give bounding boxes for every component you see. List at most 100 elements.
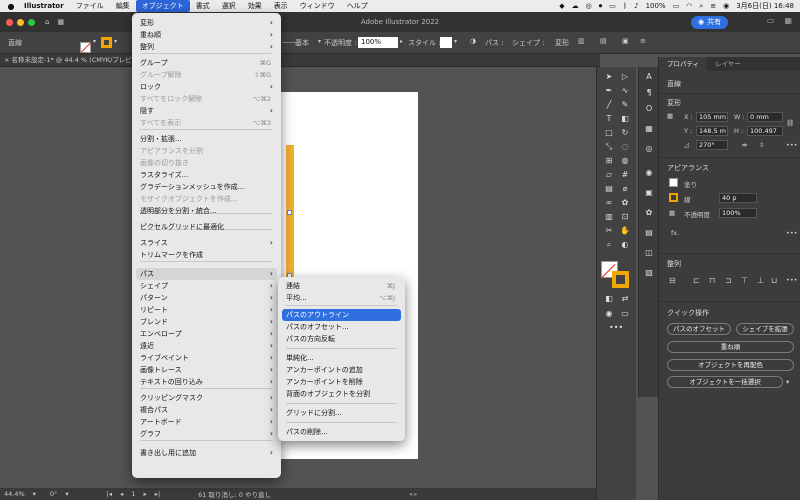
zoom-tool-icon[interactable]: ⌕: [602, 239, 616, 251]
shape-label[interactable]: シェイプ :: [512, 38, 545, 48]
object-menu-item-13[interactable]: グラデーションメッシュを作成...: [136, 181, 277, 193]
path-menu-item-3[interactable]: パスのオフセット...: [282, 321, 401, 333]
zoom-dropdown-icon[interactable]: ▾: [33, 490, 36, 498]
panel-menu-icon[interactable]: ≡: [640, 37, 646, 45]
panel-stroke-swatch[interactable]: [669, 193, 678, 202]
free-transform-tool-icon[interactable]: ⊞: [602, 155, 616, 167]
page-number[interactable]: 1: [131, 490, 135, 498]
home-icon[interactable]: ⌂: [45, 18, 49, 26]
search-icon[interactable]: ⌕: [699, 2, 703, 11]
menu-window[interactable]: ウィンドウ: [294, 0, 341, 12]
default-colors-icon[interactable]: ◧: [602, 293, 616, 305]
object-menu-item-30[interactable]: 複合パス ›: [136, 404, 277, 416]
style-swatch[interactable]: [440, 37, 452, 48]
object-menu-item-19[interactable]: パス ›: [136, 268, 277, 280]
menu-type[interactable]: 書式: [190, 0, 216, 12]
constrain-icon[interactable]: ⛓: [786, 119, 794, 127]
grid-icon[interactable]: ▦: [784, 16, 792, 25]
perspective-tool-icon[interactable]: ▱: [602, 169, 616, 181]
object-menu-item-31[interactable]: アートボード ›: [136, 416, 277, 428]
path-menu-item-4[interactable]: パスの方向反転: [282, 333, 401, 345]
cloud-icon[interactable]: ☁: [572, 2, 579, 10]
path-menu-item-9[interactable]: グリッドに分割...: [282, 407, 401, 419]
menu-effect[interactable]: 効果: [242, 0, 268, 12]
menu-view[interactable]: 表示: [268, 0, 294, 12]
object-menu-item-32[interactable]: グラフ ›: [136, 428, 277, 440]
layers-panel-icon[interactable]: ▧: [642, 267, 656, 279]
last-page-icon[interactable]: ▸|: [155, 490, 160, 498]
stroke-dropdown-icon[interactable]: ▾: [114, 38, 117, 45]
swatch-panel-icon[interactable]: ▣: [642, 187, 656, 199]
siri-icon[interactable]: ◉: [723, 2, 729, 10]
shaper-tool-icon[interactable]: ◐: [618, 239, 632, 251]
artboard-tool-icon[interactable]: ⊡: [618, 211, 632, 223]
more-options-icon[interactable]: •••: [786, 141, 798, 149]
dropbox-icon[interactable]: ◆: [559, 2, 564, 10]
stroke-style-dropdown-icon[interactable]: ▾: [318, 38, 321, 45]
path-menu-item-5[interactable]: 単純化...: [282, 352, 401, 364]
align-hcenter-icon[interactable]: ⊓: [709, 276, 715, 285]
character-panel-icon[interactable]: A: [642, 71, 656, 83]
path-menu-item-6[interactable]: アンカーポイントの追加: [282, 364, 401, 376]
style-dropdown-icon[interactable]: ▾: [454, 38, 457, 45]
display-icon[interactable]: ▭: [609, 2, 616, 10]
object-menu-item-25[interactable]: 遠近 ›: [136, 340, 277, 352]
align-vcenter-icon[interactable]: ⊥: [757, 276, 764, 285]
path-menu-item-7[interactable]: アンカーポイントを削除: [282, 376, 401, 388]
h-field[interactable]: 100.497: [747, 126, 783, 136]
tab-layers[interactable]: レイヤー: [707, 57, 749, 71]
path-menu-item-10[interactable]: パスの削除...: [282, 426, 401, 438]
scale-tool-icon[interactable]: ⤡: [602, 141, 616, 153]
y-field[interactable]: 148.5 m: [696, 126, 728, 136]
shape-builder-tool-icon[interactable]: ◍: [618, 155, 632, 167]
line-tool-icon[interactable]: ╱: [602, 99, 616, 111]
appearance-more-icon[interactable]: •••: [786, 229, 798, 237]
path-menu-item-8[interactable]: 背面のオブジェクトを分割: [282, 388, 401, 400]
object-menu-item-5[interactable]: ロック ›: [136, 81, 277, 93]
zoom-window-button[interactable]: [28, 18, 35, 26]
expand-shape-button[interactable]: シェイプを拡張: [736, 323, 794, 335]
object-menu-item-33[interactable]: 書き出し用に追加 ›: [136, 447, 277, 459]
status-scrollbar[interactable]: ◂ ▸: [409, 490, 418, 498]
first-page-icon[interactable]: |◂: [107, 490, 112, 498]
menu-file[interactable]: ファイル: [70, 0, 110, 12]
object-menu-item-24[interactable]: エンベロープ ›: [136, 328, 277, 340]
libraries-panel-icon[interactable]: ▦: [642, 123, 656, 135]
reference-point-icon[interactable]: ▦: [667, 112, 673, 120]
menu-edit[interactable]: 編集: [110, 0, 136, 12]
anchor-point-top[interactable]: [287, 210, 292, 215]
direct-selection-tool-icon[interactable]: ▷: [618, 71, 632, 83]
type-tool-icon[interactable]: T: [602, 113, 616, 125]
curvature-tool-icon[interactable]: ∿: [618, 85, 632, 97]
align-right-icon[interactable]: ⊐: [725, 276, 732, 285]
path-menu-item-1[interactable]: 平均... ⌥⌘J: [282, 292, 401, 304]
screen-mode-icon[interactable]: ▭: [618, 308, 632, 320]
record-icon[interactable]: ⏺: [599, 2, 603, 11]
menu-object[interactable]: オブジェクト: [135, 0, 190, 12]
transform-link[interactable]: 変形: [555, 38, 569, 48]
control-center-icon[interactable]: ≡: [710, 2, 716, 10]
symbol-tool-icon[interactable]: ✿: [618, 197, 632, 209]
bluetooth-icon[interactable]: ᛒ: [623, 2, 627, 10]
brush-panel-icon[interactable]: ✿: [642, 207, 656, 219]
isolate-icon[interactable]: ▣: [622, 37, 629, 45]
zoom-level[interactable]: 44.4%: [4, 490, 25, 498]
menu-help[interactable]: ヘルプ: [341, 0, 374, 12]
offset-path-button[interactable]: パスのオフセット: [667, 323, 731, 335]
paragraph-panel-icon[interactable]: ¶: [642, 87, 656, 99]
object-menu-item-17[interactable]: スライス ›: [136, 237, 277, 249]
prev-page-icon[interactable]: ◂: [120, 490, 123, 498]
share-button[interactable]: ◉ 共有: [691, 16, 729, 29]
path-menu-item-0[interactable]: 連結 ⌘J: [282, 280, 401, 292]
object-menu-item-3[interactable]: グループ ⌘G: [136, 57, 277, 69]
eyedropper-tool-icon[interactable]: ⌀: [618, 183, 632, 195]
fill-swatch[interactable]: [80, 42, 91, 53]
blend-tool-icon[interactable]: ∞: [602, 197, 616, 209]
flip-vertical-icon[interactable]: ⇳: [759, 141, 764, 149]
object-menu-item-23[interactable]: ブレンド ›: [136, 316, 277, 328]
creative-cloud-icon[interactable]: ◎: [586, 2, 592, 10]
next-page-icon[interactable]: ▸: [143, 490, 146, 498]
distribute-icon[interactable]: ▤: [600, 37, 607, 45]
stroke-box[interactable]: [612, 271, 629, 288]
pen-tool-icon[interactable]: ✒: [602, 85, 616, 97]
